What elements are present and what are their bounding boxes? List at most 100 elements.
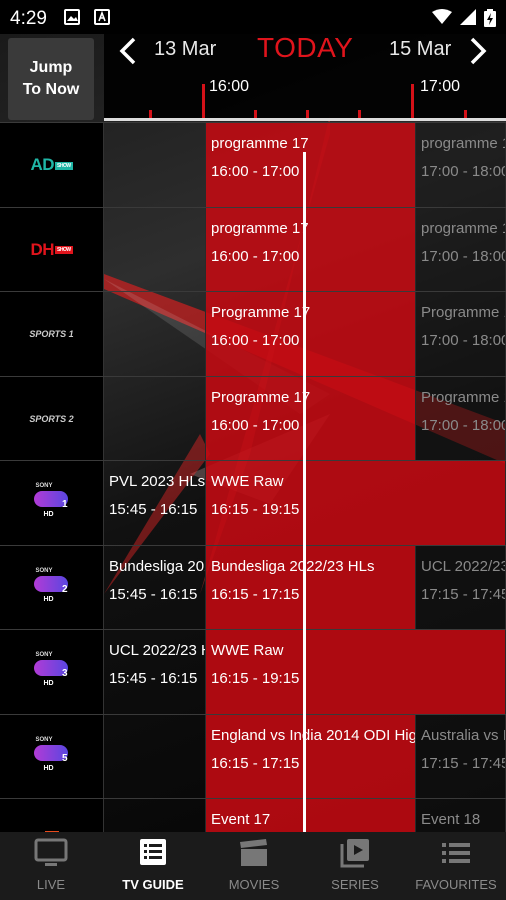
programme-cell[interactable]: Programme 18 17:00 - 18:00 [416,292,506,376]
bottom-nav: LIVE TV GUIDE MOVIES SERIES FAVOURITES [0,832,506,900]
programme-time: 15:45 - 16:15 [109,670,198,687]
programme-time: 16:15 - 17:15 [211,754,300,772]
nav-tv-guide[interactable]: TV GUIDE [102,832,204,900]
programme-title: Event 17 [211,811,271,828]
nav-favourites[interactable]: FAVOURITES [406,832,506,900]
programme-time: 16:15 - 17:15 [211,585,300,603]
series-icon [338,838,372,868]
programme-time: 15:45 - 16:15 [109,585,198,603]
programme-cell[interactable]: programme 17 16:00 - 17:00 [206,123,416,207]
guide-row: SONY 1 HD PVL 2023 HLs 15:45 - 16:15 WWE Raw 1… [0,460,506,545]
programme-title: UCL 2022/23 HLs [421,557,506,575]
guide-row: Event 17 Event 18 [0,798,506,832]
quarter-tick [306,110,309,118]
channel-cell[interactable]: SONY 2 HD [0,545,104,630]
hour-tick [202,84,205,118]
programme-cell[interactable]: PVL 2023 HLs 15:45 - 16:15 [104,461,206,545]
programme-cell[interactable] [104,292,206,376]
nav-movies[interactable]: MOVIES [204,832,304,900]
nav-tv-guide-label: TV GUIDE [122,877,184,892]
status-bar: 4:29 [0,0,506,34]
programme-title: WWE Raw [211,473,284,490]
tv-icon [34,838,68,868]
nav-favourites-label: FAVOURITES [415,877,497,892]
channel-cell[interactable] [0,799,104,832]
programme-cell[interactable]: UCL 2022/23 HLs 17:15 - 17:45 [416,545,506,630]
today-label[interactable]: TODAY [257,34,353,64]
time-label-1700: 17:00 [420,78,461,95]
programme-time: 16:00 - 17:00 [211,332,300,349]
programme-title: WWE Raw [211,642,284,659]
programme-cell[interactable] [104,123,206,207]
programme-title: Bundesliga 2022/23 HLs [211,557,375,575]
programme-time: 17:00 - 18:00 [421,332,506,349]
programme-title: programme 18 [421,135,505,152]
programme-cell[interactable]: Event 17 [206,799,416,832]
programme-cell[interactable]: Australia vs India 17:15 - 17:45 [416,714,506,799]
channel-logo: DH SHOW [30,239,73,259]
channel-cell[interactable]: SONY 1 HD [0,461,104,545]
programme-title: Bundesliga 2022/23 HLs [109,557,205,575]
programme-title: PVL 2023 HLs [109,473,206,490]
nav-live[interactable]: LIVE [0,832,102,900]
programme-time: 17:00 - 18:00 [421,163,506,180]
time-axis [104,118,506,121]
channel-logo: SONY 5 HD [33,736,68,772]
channel-logo: SPORTS 2 [29,413,74,424]
status-time: 4:29 [10,8,47,29]
battery-icon [484,9,496,31]
programme-cell[interactable]: WWE Raw 16:15 - 19:15 [206,461,506,545]
programme-cell[interactable] [104,376,206,461]
channel-cell[interactable]: SONY 5 HD [0,714,104,799]
channel-cell[interactable]: DH SHOW [0,207,104,292]
nav-live-label: LIVE [36,877,66,892]
chevron-right-icon[interactable] [468,36,488,70]
date-header: 13 Mar TODAY 15 Mar 16:00 17:00 [104,34,506,121]
guide-row: AD SHOW programme 17 16:00 - 17:00 programme… [0,122,506,207]
programme-title: Programme 17 [211,388,311,406]
programme-cell[interactable]: Programme 17 16:00 - 17:00 [206,376,416,461]
programme-time: 16:15 - 19:15 [211,670,300,687]
programme-cell[interactable] [104,207,206,292]
channel-cell[interactable]: SONY 3 HD [0,630,104,714]
channel-logo: SONY 3 HD [33,652,68,687]
programme-cell[interactable]: programme 17 16:00 - 17:00 [206,207,416,292]
programme-title: Programme 18 [421,304,505,321]
next-date[interactable]: 15 Mar [389,38,451,61]
programme-time: 17:15 - 17:45 [421,585,506,603]
channel-cell[interactable]: SPORTS 1 [0,292,104,376]
guide-row: DH SHOW programme 17 16:00 - 17:00 programme… [0,206,506,292]
programme-cell[interactable] [104,799,206,832]
programme-cell[interactable]: Bundesliga 2022/23 HLs 16:15 - 17:15 [206,545,416,630]
nav-series[interactable]: SERIES [304,832,406,900]
current-time-indicator [303,152,306,832]
quarter-tick [358,110,361,118]
programme-title: England vs India 2014 ODI Highlights [211,726,415,744]
programme-cell[interactable]: Event 18 [416,799,506,832]
programme-cell[interactable]: England vs India 2014 ODI Highlights 16:1… [206,714,416,799]
programme-cell[interactable] [104,714,206,799]
programme-title: programme 18 [421,219,505,237]
programme-cell[interactable]: WWE Raw 16:15 - 19:15 [206,630,506,714]
tv-guide-grid: 13 Mar TODAY 15 Mar 16:00 17:00 Jump To … [0,34,506,832]
programme-cell[interactable]: programme 18 17:00 - 18:00 [416,207,506,292]
programme-title: Programme 18 [421,388,505,406]
guide-row: SONY2HD Bundesliga 2022/23 HLs 15:45 - 16:… [0,544,506,630]
programme-cell[interactable]: programme 18 17:00 - 18:00 [416,123,506,207]
programme-cell[interactable]: Programme 18 17:00 - 18:00 [416,376,506,461]
prev-date[interactable]: 13 Mar [154,38,216,61]
programme-cell[interactable]: UCL 2022/23 HLs 15:45 - 16:15 [104,630,206,714]
quarter-tick [464,110,467,118]
chevron-left-icon[interactable] [118,36,138,70]
guide-icon [136,838,170,868]
guide-row: SPORTS 2 Programme 17 16:00 - 17:00 Program… [0,375,506,461]
jump-to-now-button[interactable]: Jump To Now [8,38,94,120]
programme-cell[interactable]: Bundesliga 2022/23 HLs 15:45 - 16:15 [104,545,206,630]
channel-cell[interactable]: SPORTS 2 [0,376,104,461]
programme-time: 16:15 - 19:15 [211,501,300,518]
channel-cell[interactable]: AD SHOW [0,123,104,207]
wifi-icon [432,9,452,29]
programme-time: 17:15 - 17:45 [421,754,506,772]
programme-cell[interactable]: Programme 17 16:00 - 17:00 [206,292,416,376]
programme-title: UCL 2022/23 HLs [109,642,205,659]
